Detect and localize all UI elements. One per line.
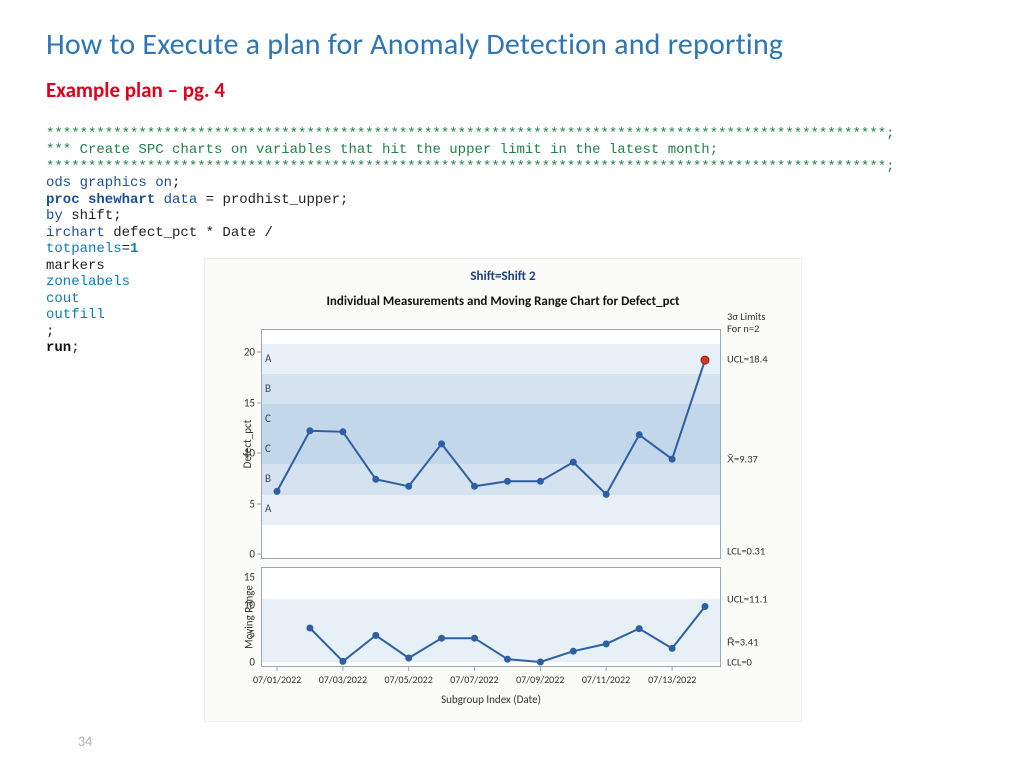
code-sep1: ****************************************… bbox=[46, 126, 895, 142]
code-l10: ; bbox=[46, 324, 54, 340]
code-l11b: ; bbox=[71, 340, 79, 356]
xtick-6: 07/13/2022 bbox=[648, 673, 696, 686]
code-l3b: shift; bbox=[63, 208, 122, 224]
ytick-top-5: 5 bbox=[231, 497, 255, 510]
code-l2c: = prodhist_upper; bbox=[197, 192, 348, 208]
code-l1a: ods graphics on bbox=[46, 175, 172, 191]
code-l7: zonelabels bbox=[46, 274, 130, 290]
ytick-bot-5: 5 bbox=[231, 627, 255, 640]
ytick-bot-0: 0 bbox=[231, 656, 255, 669]
ytick-top-20: 20 bbox=[231, 346, 255, 359]
top-plot-svg bbox=[261, 329, 721, 559]
code-l6: markers bbox=[46, 258, 105, 274]
xtick-4: 07/09/2022 bbox=[516, 673, 564, 686]
code-l11a: run bbox=[46, 340, 71, 356]
code-sep2: ****************************************… bbox=[46, 159, 895, 175]
chart-panel-moving-range: Moving Range 0 5 10 15 UCL=11.1 R̄=3.41 … bbox=[261, 567, 721, 667]
mean-label-top: X̄=9.37 bbox=[727, 452, 758, 465]
section-subtitle: Example plan – pg. 4 bbox=[46, 77, 978, 103]
xtick-5: 07/11/2022 bbox=[582, 673, 630, 686]
y-axis-label-top: Defect_pct bbox=[241, 420, 254, 469]
code-comment: *** Create SPC charts on variables that … bbox=[46, 142, 718, 158]
code-l8: cout bbox=[46, 291, 80, 307]
ytick-bot-10: 10 bbox=[231, 599, 255, 612]
chart-panel-individual: A B C C B A Defect_pct 0 5 10 15 20 3σ L… bbox=[261, 329, 721, 559]
code-l3a: by bbox=[46, 208, 63, 224]
code-l9: outfill bbox=[46, 307, 105, 323]
code-l5b: 1 bbox=[130, 241, 138, 257]
chart-title: Individual Measurements and Moving Range… bbox=[205, 284, 801, 313]
bot-plot-svg bbox=[261, 567, 721, 667]
code-l2a: proc shewhart bbox=[46, 192, 155, 208]
xtick-1: 07/03/2022 bbox=[319, 673, 367, 686]
code-l1b: ; bbox=[172, 175, 180, 191]
lcl-label-top: LCL=0.31 bbox=[727, 544, 765, 557]
xtick-3: 07/07/2022 bbox=[450, 673, 498, 686]
lcl-label-bot: LCL=0 bbox=[727, 656, 752, 669]
code-l4b: defect_pct * Date / bbox=[105, 225, 273, 241]
xtick-0: 07/01/2022 bbox=[253, 673, 301, 686]
spc-chart: Shift=Shift 2 Individual Measurements an… bbox=[204, 258, 802, 722]
ytick-top-10: 10 bbox=[231, 447, 255, 460]
page-number: 34 bbox=[78, 733, 92, 750]
ucl-label-bot: UCL=11.1 bbox=[727, 593, 768, 606]
code-l5a: totpanels bbox=[46, 241, 122, 257]
ucl-label-top: UCL=18.4 bbox=[727, 352, 768, 365]
ytick-top-15: 15 bbox=[231, 396, 255, 409]
code-l4a: irchart bbox=[46, 225, 105, 241]
code-l5eq: = bbox=[122, 241, 130, 257]
code-l2b: data bbox=[155, 192, 197, 208]
mean-label-bot: R̄=3.41 bbox=[727, 636, 758, 649]
sigma-label: 3σ LimitsFor n=2 bbox=[727, 311, 766, 335]
page-title: How to Execute a plan for Anomaly Detect… bbox=[46, 26, 978, 63]
ytick-bot-15: 15 bbox=[231, 571, 255, 584]
ytick-top-0: 0 bbox=[231, 548, 255, 561]
x-axis-label: Subgroup Index (Date) bbox=[441, 693, 541, 706]
chart-shift-label: Shift=Shift 2 bbox=[205, 259, 801, 284]
xtick-2: 07/05/2022 bbox=[385, 673, 433, 686]
